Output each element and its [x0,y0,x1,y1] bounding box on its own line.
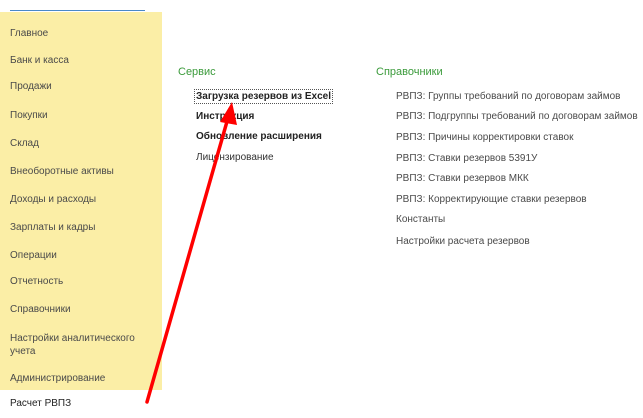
licensing-link[interactable]: Лицензирование [196,152,274,163]
sidebar-item-fixed-assets[interactable]: Внеоборотные активы [10,165,155,178]
top-accent-line [10,10,145,11]
sidebar-item-operations[interactable]: Операции [10,249,155,262]
sidebar: Главное Банк и касса Продажи Покупки Скл… [0,12,162,390]
sidebar-item-warehouse[interactable]: Склад [10,137,155,150]
references-section-title: Справочники [376,66,443,78]
sidebar-item-reports[interactable]: Отчетность [10,275,155,288]
sidebar-item-purchases[interactable]: Покупки [10,109,155,122]
sidebar-item-rvpz-current[interactable]: Расчет РВПЗ [10,398,71,409]
load-reserves-excel-link[interactable]: Загрузка резервов из Excel [194,89,333,104]
ref-rates-5391u-link[interactable]: РВПЗ: Ставки резервов 5391У [396,153,537,164]
ref-correcting-rates-link[interactable]: РВПЗ: Корректирующие ставки резервов [396,194,587,205]
sidebar-item-main[interactable]: Главное [10,27,155,40]
sidebar-item-administration[interactable]: Администрирование [10,372,155,385]
sidebar-item-sales[interactable]: Продажи [10,80,155,93]
ref-rate-reasons-link[interactable]: РВПЗ: Причины корректировки ставок [396,132,573,143]
update-extension-link[interactable]: Обновление расширения [196,131,322,142]
instruction-link[interactable]: Инструкция [196,111,254,122]
sidebar-item-income-expenses[interactable]: Доходы и расходы [10,193,155,206]
ref-groups-link[interactable]: РВПЗ: Группы требований по договорам зай… [396,91,621,102]
constants-link[interactable]: Константы [396,214,445,225]
sidebar-item-analytics-settings[interactable]: Настройки аналитического учета [10,332,150,358]
sidebar-item-directories[interactable]: Справочники [10,303,155,316]
reserve-settings-link[interactable]: Настройки расчета резервов [396,236,530,247]
ref-rates-mkk-link[interactable]: РВПЗ: Ставки резервов МКК [396,173,529,184]
ref-subgroups-link[interactable]: РВПЗ: Подгруппы требований по договорам … [396,111,638,122]
sidebar-item-bank[interactable]: Банк и касса [10,54,155,67]
sidebar-item-payroll[interactable]: Зарплаты и кадры [10,221,155,234]
service-section-title: Сервис [178,66,216,78]
